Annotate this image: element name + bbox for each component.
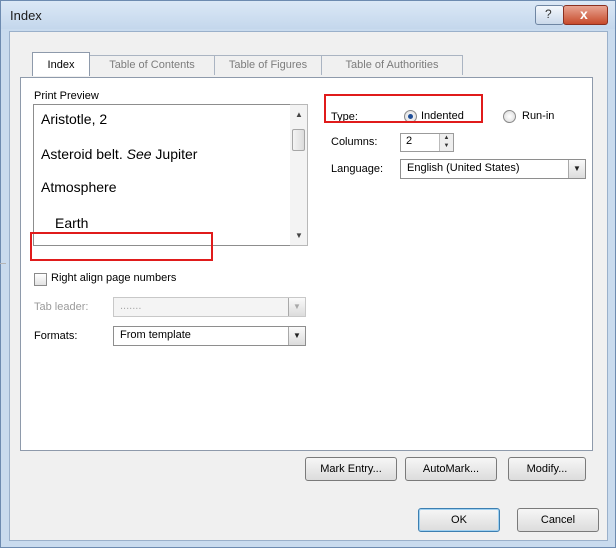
tab-index-label: Index bbox=[47, 59, 75, 71]
mark-entry-button[interactable]: Mark Entry... bbox=[305, 457, 397, 481]
modify-button[interactable]: Modify... bbox=[508, 457, 586, 481]
tab-toa-label: Table of Authorities bbox=[345, 59, 439, 71]
formats-select[interactable]: From template ▼ bbox=[113, 326, 306, 346]
columns-label: Columns: bbox=[331, 136, 378, 148]
ok-button[interactable]: OK bbox=[418, 508, 500, 532]
language-label: Language: bbox=[331, 163, 383, 175]
highlight-box-preview bbox=[30, 232, 213, 261]
tab-table-of-authorities[interactable]: Table of Authorities bbox=[321, 55, 463, 75]
automark-button[interactable]: AutoMark... bbox=[405, 457, 497, 481]
tab-table-of-figures[interactable]: Table of Figures bbox=[214, 55, 322, 75]
preview-see-text: See bbox=[126, 146, 152, 162]
preview-entry-rest: Jupiter bbox=[151, 146, 198, 162]
dialog-title: Index bbox=[10, 8, 42, 23]
chevron-down-icon[interactable]: ▼ bbox=[288, 298, 305, 316]
tab-leader-label: Tab leader: bbox=[34, 301, 89, 313]
formats-label: Formats: bbox=[34, 330, 78, 342]
scroll-up-icon[interactable]: ▲ bbox=[295, 110, 303, 119]
spinner-arrows-icon[interactable]: ▲ ▼ bbox=[439, 134, 453, 151]
help-button[interactable]: ? bbox=[535, 5, 564, 25]
print-preview-box: Aristotle, 2 Asteroid belt. See Jupiter … bbox=[33, 104, 292, 246]
preview-entry: Aristotle, 2 bbox=[41, 111, 108, 127]
preview-entry: Atmosphere bbox=[41, 179, 117, 195]
preview-entry: Earth bbox=[55, 215, 89, 231]
preview-entry-text: Asteroid belt. bbox=[41, 146, 127, 162]
highlight-box-type bbox=[324, 94, 483, 123]
close-button[interactable]: x bbox=[563, 5, 608, 25]
tab-tof-label: Table of Figures bbox=[228, 59, 308, 71]
chevron-down-icon[interactable]: ▼ bbox=[288, 327, 305, 345]
print-preview-label: Print Preview bbox=[34, 90, 99, 102]
columns-spinner[interactable]: 2 ▲ ▼ bbox=[400, 133, 454, 152]
help-icon: ? bbox=[545, 7, 552, 21]
language-value: English (United States) bbox=[407, 162, 520, 174]
tab-leader-select[interactable]: ....... ▼ bbox=[113, 297, 306, 317]
scroll-thumb[interactable] bbox=[292, 129, 305, 151]
tab-toc-label: Table of Contents bbox=[109, 59, 195, 71]
cancel-button[interactable]: Cancel bbox=[517, 508, 599, 532]
tab-leader-value: ....... bbox=[120, 300, 142, 312]
title-bar[interactable]: Index ? x bbox=[1, 1, 615, 29]
close-icon: x bbox=[580, 6, 588, 22]
preview-scrollbar[interactable]: ▲ ▼ bbox=[290, 104, 308, 246]
chevron-down-icon[interactable]: ▼ bbox=[568, 160, 585, 178]
divider bbox=[0, 263, 6, 264]
scroll-down-icon[interactable]: ▼ bbox=[295, 231, 303, 240]
columns-value[interactable]: 2 bbox=[406, 135, 412, 147]
run-in-label[interactable]: Run-in bbox=[522, 110, 554, 122]
language-select[interactable]: English (United States) ▼ bbox=[400, 159, 586, 179]
tab-table-of-contents[interactable]: Table of Contents bbox=[89, 55, 215, 75]
right-align-checkbox[interactable] bbox=[34, 273, 47, 286]
run-in-radio[interactable] bbox=[503, 110, 516, 123]
tab-index[interactable]: Index bbox=[32, 52, 90, 76]
formats-value: From template bbox=[120, 329, 191, 341]
right-align-label[interactable]: Right align page numbers bbox=[51, 272, 176, 284]
preview-entry: Asteroid belt. See Jupiter bbox=[41, 146, 197, 162]
